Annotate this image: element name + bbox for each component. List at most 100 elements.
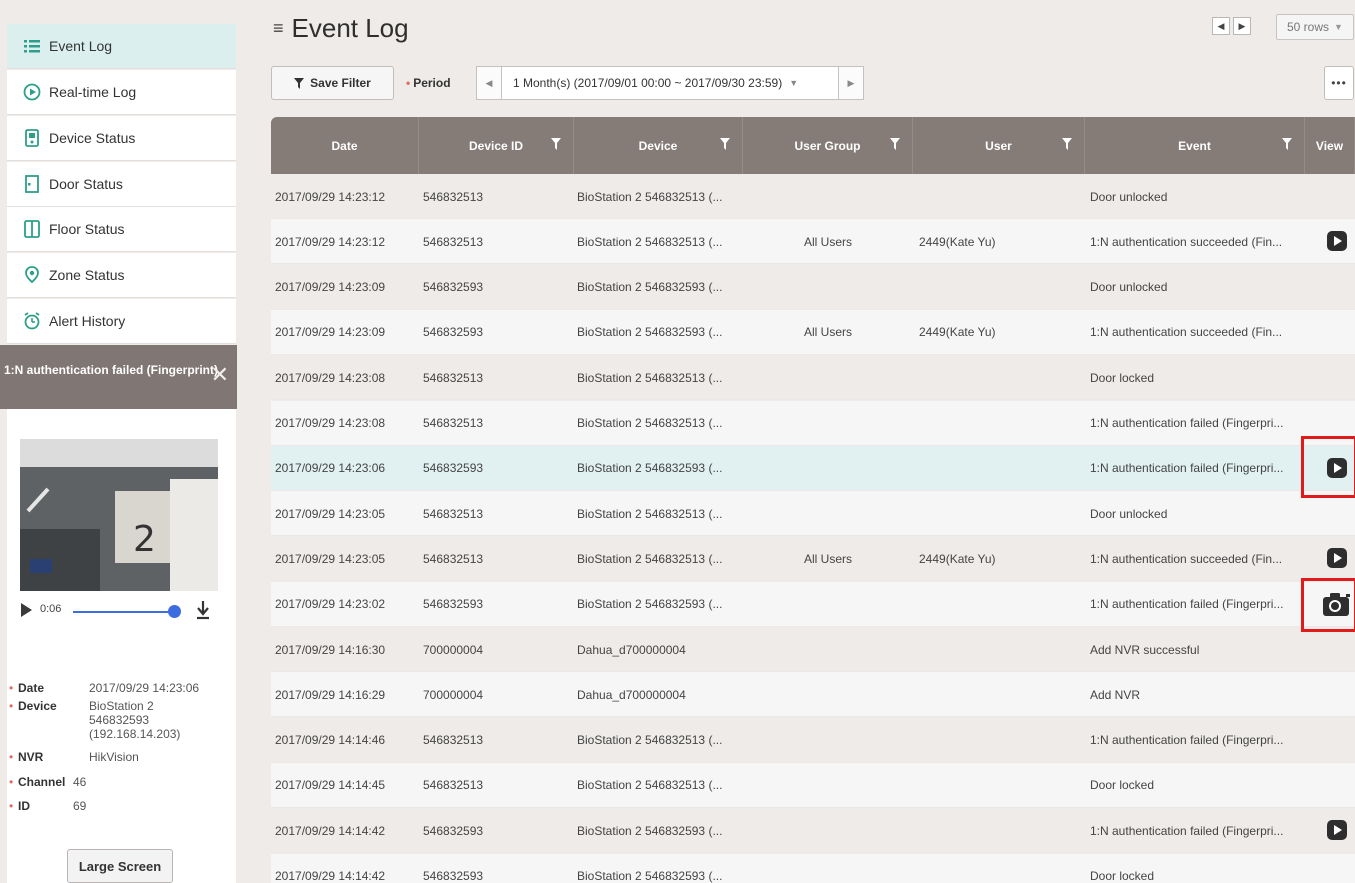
sidebar-item-event-log[interactable]: Event Log (7, 24, 236, 69)
column-header-date[interactable]: Date (271, 117, 419, 174)
video-play-icon[interactable] (1327, 548, 1347, 569)
cell-device: BioStation 2 546832593 (... (577, 325, 723, 340)
video-play-icon[interactable] (1327, 457, 1347, 478)
sidebar-item-label: Zone Status (49, 267, 125, 283)
period-prev-button[interactable]: ◀ (476, 66, 502, 100)
table-row[interactable]: 2017/09/29 14:23:08 546832513 BioStation 2… (271, 355, 1355, 401)
cell-date: 2017/09/29 14:16:29 (275, 687, 386, 702)
cell-user (919, 718, 1079, 763)
column-header-user-group[interactable]: User Group (743, 117, 913, 174)
sidebar-item-alert-history[interactable]: Alert History (7, 299, 236, 344)
cell-date: 2017/09/29 14:23:08 (275, 416, 386, 430)
cell-date: 2017/09/29 14:23:06 (275, 461, 386, 476)
video-play-icon[interactable] (1327, 820, 1347, 841)
table-row[interactable]: 2017/09/29 14:16:30 700000004 Dahua_d70000… (271, 627, 1355, 672)
cell-user-group (743, 446, 913, 491)
column-header-user[interactable]: User (913, 117, 1085, 174)
table-row[interactable]: 2017/09/29 14:23:05 546832513 BioStation 2… (271, 491, 1355, 537)
table-row[interactable]: 2017/09/29 14:16:29 700000004 Dahua_d70000… (271, 672, 1355, 718)
alert-title: 1:N authentication failed (Fingerprint) (4, 363, 219, 377)
video-play-icon[interactable] (1327, 231, 1347, 252)
sidebar-item-device-status[interactable]: Device Status (7, 116, 236, 161)
download-icon[interactable] (196, 599, 210, 621)
period-value: 1 Month(s) (2017/09/01 00:00 ~ 2017/09/3… (513, 76, 783, 90)
column-header-device[interactable]: Device (574, 117, 743, 174)
table-row[interactable]: 2017/09/29 14:14:42 546832593 BioStation 2… (271, 808, 1355, 854)
cell-user-group (743, 763, 913, 808)
rows-per-page-select[interactable]: 50 rows ▼ (1276, 14, 1354, 40)
close-icon[interactable]: ✕ (211, 364, 229, 386)
filter-icon[interactable] (1062, 138, 1072, 150)
table-row[interactable]: 2017/09/29 14:23:09 546832593 BioStation 2… (271, 265, 1355, 310)
more-options-button[interactable]: ••• (1324, 66, 1354, 100)
column-header-device-id[interactable]: Device ID (419, 117, 574, 174)
sidebar-item-real-time-log[interactable]: Real-time Log (7, 70, 236, 115)
cell-device-id: 546832513 (423, 506, 484, 521)
table-row[interactable]: 2017/09/29 14:23:09 546832593 BioStation 2… (271, 309, 1355, 355)
camera-icon[interactable] (1322, 590, 1352, 618)
chevron-down-icon: ▼ (1334, 22, 1343, 32)
period-select[interactable]: 1 Month(s) (2017/09/01 00:00 ~ 2017/09/3… (502, 66, 838, 100)
cell-user (919, 446, 1079, 491)
cell-user (919, 355, 1079, 400)
table-row[interactable]: 2017/09/29 14:14:45 546832513 BioStation 2… (271, 762, 1355, 808)
sidebar-item-door-status[interactable]: Door Status (7, 162, 236, 207)
sidebar-item-zone-status[interactable]: Zone Status (7, 253, 236, 298)
table-row[interactable]: 2017/09/29 14:23:02 546832593 BioStation 2… (271, 581, 1355, 627)
cell-user-group (743, 401, 913, 446)
save-filter-label: Save Filter (310, 76, 371, 90)
cell-event: 1:N authentication failed (Fingerpri... (1090, 461, 1284, 476)
filter-icon[interactable] (890, 138, 900, 150)
next-page-button[interactable]: ▶ (1233, 17, 1251, 35)
rows-per-page-value: 50 rows (1287, 20, 1330, 34)
cell-event: 1:N authentication succeeded (Fin... (1090, 551, 1283, 566)
column-header-view[interactable]: View (1305, 117, 1355, 174)
table-row[interactable]: 2017/09/29 14:23:06 546832593 BioStation 2… (271, 445, 1355, 491)
menu-icon[interactable]: ≡ (273, 18, 284, 39)
cell-event: Door locked (1090, 869, 1155, 883)
cell-date: 2017/09/29 14:23:12 (275, 189, 386, 204)
cell-device: BioStation 2 546832513 (... (577, 778, 723, 793)
video-frame[interactable]: 2 (20, 439, 218, 591)
cell-user-group (743, 854, 913, 883)
period-next-button[interactable]: ▶ (838, 66, 864, 100)
table-row[interactable]: 2017/09/29 14:14:42 546832593 BioStation 2… (271, 853, 1355, 883)
sidebar-item-label: Floor Status (49, 221, 125, 237)
column-header-label: View (1315, 138, 1344, 153)
play-button[interactable] (21, 603, 32, 617)
large-screen-button[interactable]: Large Screen (67, 849, 173, 883)
cell-device: BioStation 2 546832593 (... (577, 597, 723, 612)
filter-icon[interactable] (720, 138, 730, 150)
seek-handle[interactable] (168, 605, 181, 618)
table-row[interactable]: 2017/09/29 14:23:12 546832513 BioStation 2… (271, 219, 1355, 265)
save-filter-button[interactable]: Save Filter (271, 66, 394, 100)
page-title-text: Event Log (291, 13, 409, 43)
table-row[interactable]: 2017/09/29 14:14:46 546832513 BioStation 2… (271, 718, 1355, 763)
cell-user-group (743, 718, 913, 763)
cell-device-id: 546832513 (423, 778, 484, 793)
sidebar-item-label: Device Status (49, 130, 136, 146)
table-row[interactable]: 2017/09/29 14:23:08 546832513 BioStation 2… (271, 400, 1355, 446)
cell-date: 2017/09/29 14:23:05 (275, 551, 386, 566)
floor-icon (23, 220, 41, 238)
cell-device-id: 700000004 (423, 642, 484, 657)
sidebar-item-floor-status[interactable]: Floor Status (7, 207, 236, 252)
cell-date: 2017/09/29 14:14:42 (275, 823, 386, 838)
table-row[interactable]: 2017/09/29 14:23:12 546832513 BioStation 2… (271, 174, 1355, 219)
table-row[interactable]: 2017/09/29 14:23:05 546832513 BioStation 2… (271, 536, 1355, 582)
cell-device-id: 546832513 (423, 370, 484, 385)
seek-slider[interactable] (73, 611, 175, 613)
column-header-label: Date (331, 138, 358, 153)
page-title: ≡ Event Log (273, 13, 409, 44)
zone-pin-icon (23, 266, 41, 284)
cell-device: BioStation 2 546832593 (... (577, 280, 723, 295)
filter-icon[interactable] (551, 138, 561, 150)
alarm-clock-icon (23, 312, 41, 330)
door-icon (23, 175, 41, 193)
column-header-event[interactable]: Event (1085, 117, 1305, 174)
cell-user-group (743, 174, 913, 219)
cell-event: Door locked (1090, 370, 1155, 385)
filter-icon[interactable] (1282, 138, 1292, 150)
cell-user (919, 854, 1079, 883)
prev-page-button[interactable]: ◀ (1212, 17, 1230, 35)
